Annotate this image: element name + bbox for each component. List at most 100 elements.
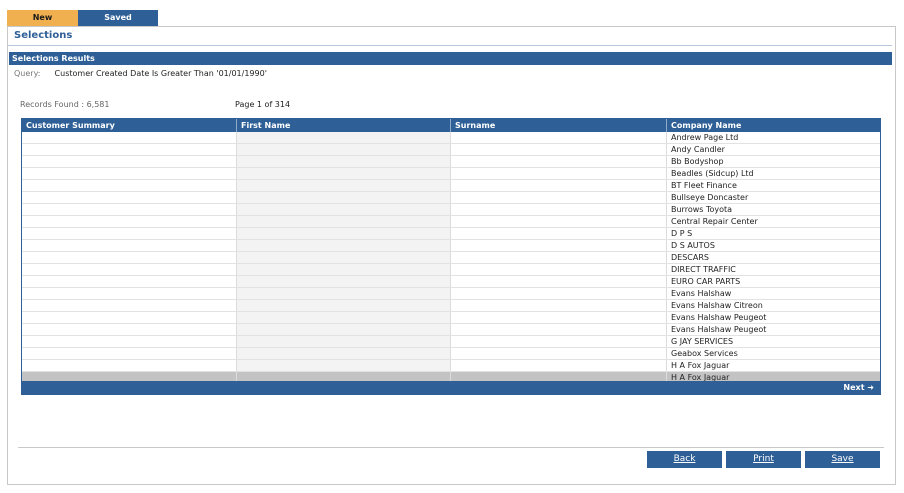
table-cell: Evans Halshaw Peugeot [671,313,767,322]
table-cell: Evans Halshaw Citreon [671,301,763,310]
tab-saved-selection[interactable]: Saved Selection [78,10,158,38]
table-cell [451,180,667,191]
table-cell [451,360,667,371]
table-footer: Next ➜ [22,381,880,394]
table-row[interactable]: D S AUTOS [22,240,880,252]
table-cell [237,156,451,167]
table-cell: D S AUTOS [671,241,715,250]
tab-new-selection[interactable]: New Selection [7,10,78,38]
table-cell: H A Fox Jaguar [671,361,730,370]
table-cell [237,312,451,323]
table-cell [451,240,667,251]
table-cell [22,156,237,167]
page-title: Selections [14,30,73,41]
query-label: Query: [14,69,41,78]
table-cell [451,168,667,179]
back-button[interactable]: Back [647,451,722,468]
query-row: Query: Customer Created Date Is Greater … [14,69,267,78]
table-cell [451,300,667,311]
page-info: Page 1 of 314 [235,100,291,109]
table-cell [237,228,451,239]
table-row[interactable]: Burrows Toyota [22,204,880,216]
table-cell [22,324,237,335]
table-row[interactable]: Evans Halshaw Citreon [22,300,880,312]
table-cell [451,228,667,239]
table-cell [22,252,237,263]
table-cell [237,324,451,335]
column-header-surname[interactable]: Surname [451,119,667,132]
table-cell [451,192,667,203]
table-cell: DIRECT TRAFFIC [671,265,736,274]
table-row[interactable]: BT Fleet Finance [22,180,880,192]
table-row[interactable]: Evans Halshaw Peugeot [22,312,880,324]
table-row[interactable]: Andrew Page Ltd [22,132,880,144]
table-row[interactable]: Evans Halshaw [22,288,880,300]
footer-divider [18,447,884,448]
table-cell [22,264,237,275]
table-cell [237,168,451,179]
next-link[interactable]: Next ➜ [843,383,874,392]
table-cell [237,144,451,155]
table-cell [22,360,237,371]
table-cell [22,216,237,227]
column-header-first-name[interactable]: First Name [237,119,451,132]
table-cell: Andrew Page Ltd [671,133,739,142]
table-cell [237,132,451,143]
table-cell [237,360,451,371]
results-table: Customer Summary First Name Surname Comp… [21,118,881,395]
table-cell [451,204,667,215]
table-row[interactable]: EURO CAR PARTS [22,276,880,288]
query-text: Customer Created Date Is Greater Than '0… [54,69,267,78]
column-header-customer-summary[interactable]: Customer Summary [22,119,237,132]
results-header: Selections Results [9,52,892,65]
tab-bar: New Selection Saved Selection [7,10,158,38]
print-button[interactable]: Print [726,451,801,468]
table-cell: Beadles (Sidcup) Ltd [671,169,754,178]
table-cell [22,144,237,155]
save-button[interactable]: Save [805,451,880,468]
table-cell [22,300,237,311]
table-cell [22,180,237,191]
table-row[interactable]: DIRECT TRAFFIC [22,264,880,276]
table-cell: Bullseye Doncaster [671,193,749,202]
table-cell [451,156,667,167]
table-cell [237,192,451,203]
table-cell [22,312,237,323]
table-cell [237,216,451,227]
table-row[interactable]: Evans Halshaw Peugeot [22,324,880,336]
table-row[interactable]: Beadles (Sidcup) Ltd [22,168,880,180]
table-cell: Burrows Toyota [671,205,733,214]
table-row[interactable]: Bullseye Doncaster [22,192,880,204]
table-cell [237,180,451,191]
table-row[interactable]: DESCARS [22,252,880,264]
table-cell [237,300,451,311]
table-cell: Central Repair Center [671,217,758,226]
table-cell [451,252,667,263]
table-row[interactable]: D P S [22,228,880,240]
table-cell [451,312,667,323]
table-cell: Evans Halshaw [671,289,732,298]
table-cell [237,264,451,275]
table-cell [22,348,237,359]
table-cell [451,336,667,347]
table-cell [451,288,667,299]
table-row[interactable]: H A Fox Jaguar [22,360,880,372]
table-cell [451,216,667,227]
table-cell [22,204,237,215]
table-cell [451,264,667,275]
table-row[interactable]: G JAY SERVICES [22,336,880,348]
table-cell [451,132,667,143]
table-body: Andrew Page Ltd Andy Candler Bb Bodyshop Be… [22,132,880,384]
table-header: Customer Summary First Name Surname Comp… [22,119,880,132]
table-cell: D P S [671,229,693,238]
table-row[interactable]: Andy Candler [22,144,880,156]
table-row[interactable]: Geabox Services [22,348,880,360]
table-row[interactable]: Bb Bodyshop [22,156,880,168]
column-header-company-name[interactable]: Company Name [667,119,880,132]
table-cell: Evans Halshaw Peugeot [671,325,767,334]
title-divider [8,45,892,46]
table-cell: Andy Candler [671,145,725,154]
table-cell [22,336,237,347]
table-cell [22,132,237,143]
table-row[interactable]: Central Repair Center [22,216,880,228]
